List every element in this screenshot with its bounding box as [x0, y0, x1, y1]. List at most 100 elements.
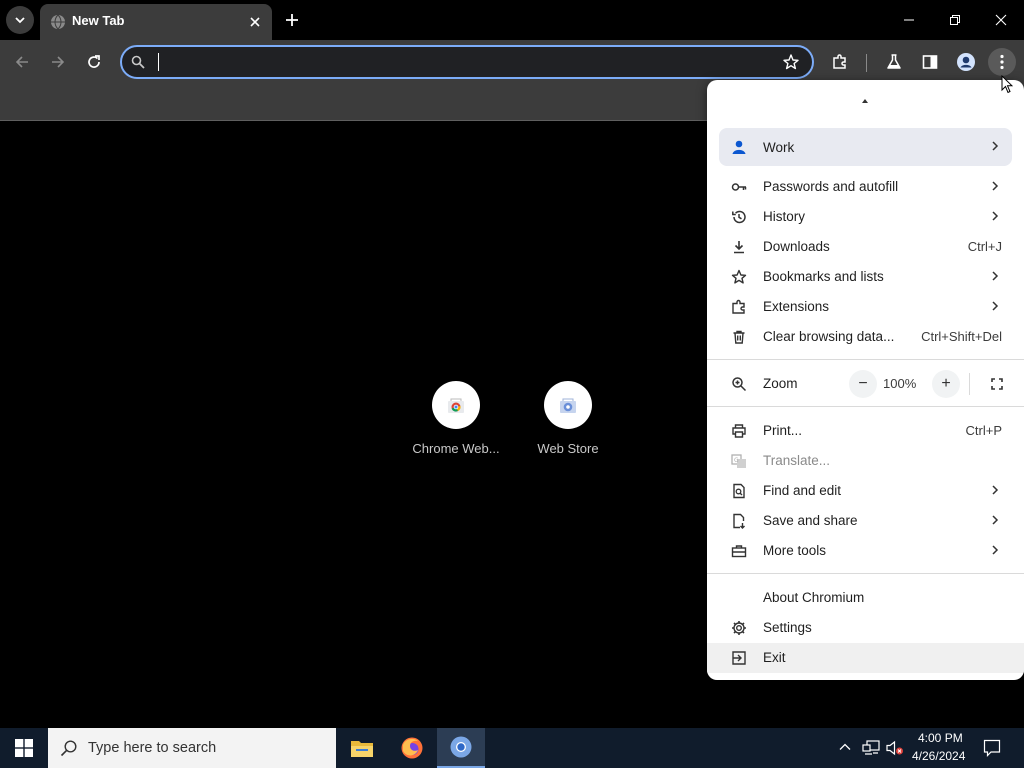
network-icon[interactable] [862, 740, 880, 756]
chevron-right-icon [991, 141, 999, 151]
folder-icon [351, 741, 373, 757]
menu-item-label: Settings [763, 620, 812, 635]
menu-item-translate[interactable]: G Translate... [707, 446, 1024, 476]
menu-item-label: More tools [763, 543, 827, 558]
extensions-button[interactable] [826, 48, 854, 76]
title-bar: New Tab [0, 0, 1024, 40]
mouse-cursor-icon [1001, 75, 1013, 94]
side-panel-button[interactable] [916, 48, 944, 76]
menu-caret-icon [862, 99, 868, 103]
tab-title: New Tab [72, 13, 125, 28]
back-button[interactable] [8, 48, 36, 76]
restore-icon [950, 15, 960, 25]
forward-button[interactable] [44, 48, 72, 76]
shortcut-tile [544, 381, 592, 429]
labs-button[interactable] [880, 48, 908, 76]
taskbar-file-explorer[interactable] [338, 728, 386, 768]
minimize-icon [904, 19, 914, 21]
menu-item-label: Save and share [763, 513, 858, 528]
minimize-button[interactable] [886, 0, 932, 40]
bookmark-star-icon[interactable] [782, 53, 800, 71]
reload-button[interactable] [80, 48, 108, 76]
fullscreen-button[interactable] [983, 370, 1011, 398]
menu-item-shortcut: Ctrl+J [967, 239, 1002, 254]
menu-item-zoom: Zoom − 100% + [707, 369, 1024, 399]
side-panel-icon [922, 55, 938, 69]
volume-muted-icon[interactable] [886, 740, 904, 756]
zoom-in-button[interactable]: + [932, 370, 960, 398]
taskbar: Type here to search 4:00 PM 4/26/2024 [0, 728, 1024, 768]
firefox-icon [401, 737, 423, 759]
avatar-icon [957, 53, 975, 71]
zoom-separator [969, 373, 970, 395]
shortcut-chrome-web[interactable]: Chrome Web... [401, 381, 511, 456]
taskbar-firefox[interactable] [388, 728, 436, 768]
profile-button[interactable] [952, 48, 980, 76]
address-input[interactable] [156, 50, 766, 74]
tab-close-button[interactable] [246, 13, 264, 31]
tab-search-button[interactable] [6, 6, 34, 34]
menu-item-downloads[interactable]: Downloads Ctrl+J [707, 232, 1024, 262]
menu-item-label: Work [763, 140, 795, 155]
menu-item-label: About Chromium [763, 590, 865, 605]
chevron-up-icon[interactable] [838, 740, 852, 754]
menu-item-label: Print... [763, 423, 803, 438]
menu-item-about[interactable]: About Chromium [707, 583, 1024, 613]
find-page-icon [731, 483, 747, 499]
key-icon [731, 179, 747, 195]
menu-item-label: Passwords and autofill [763, 179, 899, 194]
close-icon [995, 14, 1007, 26]
start-button[interactable] [0, 728, 48, 768]
search-icon [60, 739, 78, 757]
text-caret [158, 53, 159, 71]
menu-item-shortcut: Ctrl+Shift+Del [921, 329, 1002, 344]
menu-item-passwords[interactable]: Passwords and autofill [707, 172, 1024, 202]
restore-button[interactable] [932, 0, 978, 40]
shortcut-web-store[interactable]: Web Store [513, 381, 623, 456]
shortcut-label: Chrome Web... [412, 441, 500, 456]
chevron-right-icon [991, 181, 999, 191]
menu-separator [707, 406, 1024, 407]
menu-item-settings[interactable]: Settings [707, 613, 1024, 643]
close-window-button[interactable] [978, 0, 1024, 40]
notification-icon[interactable] [983, 739, 1001, 757]
menu-item-extensions[interactable]: Extensions [707, 292, 1024, 322]
zoom-out-button[interactable]: − [849, 370, 877, 398]
taskbar-chromium[interactable] [437, 728, 485, 768]
menu-item-more-tools[interactable]: More tools [707, 536, 1024, 566]
flask-icon [887, 54, 901, 69]
save-share-icon [731, 513, 747, 529]
menu-item-shortcut: Ctrl+P [965, 423, 1002, 438]
web-store-icon [560, 398, 576, 413]
menu-item-exit[interactable]: Exit [707, 643, 1024, 673]
menu-item-bookmarks[interactable]: Bookmarks and lists [707, 262, 1024, 292]
trash-icon [731, 329, 747, 345]
close-icon [250, 17, 260, 27]
menu-item-label: Extensions [763, 299, 830, 314]
menu-item-save-and-share[interactable]: Save and share [707, 506, 1024, 536]
arrow-left-icon [15, 56, 28, 68]
menu-item-history[interactable]: History [707, 202, 1024, 232]
chevron-right-icon [991, 545, 999, 555]
menu-item-label: Clear browsing data... [763, 329, 895, 344]
menu-item-find-and-edit[interactable]: Find and edit [707, 476, 1024, 506]
minus-icon: − [858, 375, 868, 392]
menu-separator [707, 573, 1024, 574]
clock-time[interactable]: 4:00 PM [918, 731, 963, 745]
menu-item-label: History [763, 209, 806, 224]
menu-item-print[interactable]: Print... Ctrl+P [707, 416, 1024, 446]
fullscreen-icon [991, 378, 1003, 390]
menu-item-profile[interactable]: Work [719, 128, 1012, 166]
menu-item-clear-browsing-data[interactable]: Clear browsing data... Ctrl+Shift+Del [707, 322, 1024, 352]
shortcut-tile [432, 381, 480, 429]
address-bar[interactable] [120, 45, 814, 79]
star-icon [731, 269, 747, 285]
new-tab-button[interactable] [282, 10, 302, 30]
clock-date[interactable]: 4/26/2024 [912, 749, 965, 763]
chevron-right-icon [991, 211, 999, 221]
tab-new-tab[interactable]: New Tab [40, 4, 272, 40]
taskbar-search[interactable]: Type here to search [48, 728, 336, 768]
menu-button[interactable] [988, 48, 1016, 76]
menu-item-label: Translate... [763, 453, 831, 468]
download-icon [731, 239, 747, 255]
